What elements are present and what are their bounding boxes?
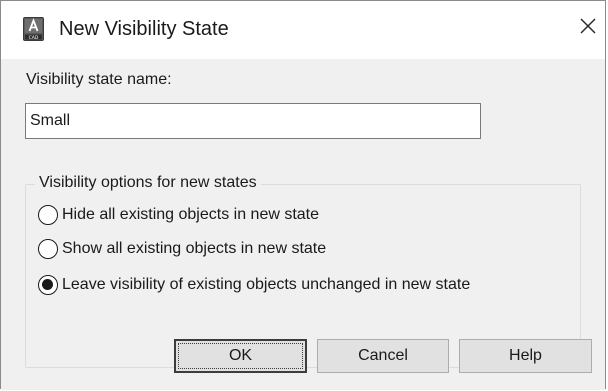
radio-button-selected[interactable] [38,275,58,295]
new-visibility-state-dialog: CAD New Visibility State Visibility stat… [0,0,606,390]
radio-hide-all[interactable]: Hide all existing objects in new state [38,205,319,225]
close-button[interactable] [573,13,603,43]
radio-show-all[interactable]: Show all existing objects in new state [38,239,326,259]
close-icon [579,17,597,40]
dialog-title: New Visibility State [59,18,229,40]
name-label: Visibility state name: [26,71,172,88]
radio-label: Leave visibility of existing objects unc… [62,276,471,293]
app-icon: CAD [23,17,44,41]
radio-label: Hide all existing objects in new state [62,206,320,223]
ok-button[interactable]: OK [174,339,307,373]
radio-label: Show all existing objects in new state [62,240,327,257]
radio-button[interactable] [38,205,58,225]
svg-text:CAD: CAD [29,35,39,41]
radio-leave-unchanged[interactable]: Leave visibility of existing objects unc… [38,275,470,295]
radio-button[interactable] [38,239,58,259]
cancel-button[interactable]: Cancel [317,339,449,373]
state-name-input[interactable] [25,103,481,139]
help-button[interactable]: Help [459,339,592,373]
group-legend: Visibility options for new states [35,174,261,192]
dialog-body: Visibility state name: Visibility option… [1,59,605,390]
title-bar: CAD New Visibility State [1,1,605,59]
